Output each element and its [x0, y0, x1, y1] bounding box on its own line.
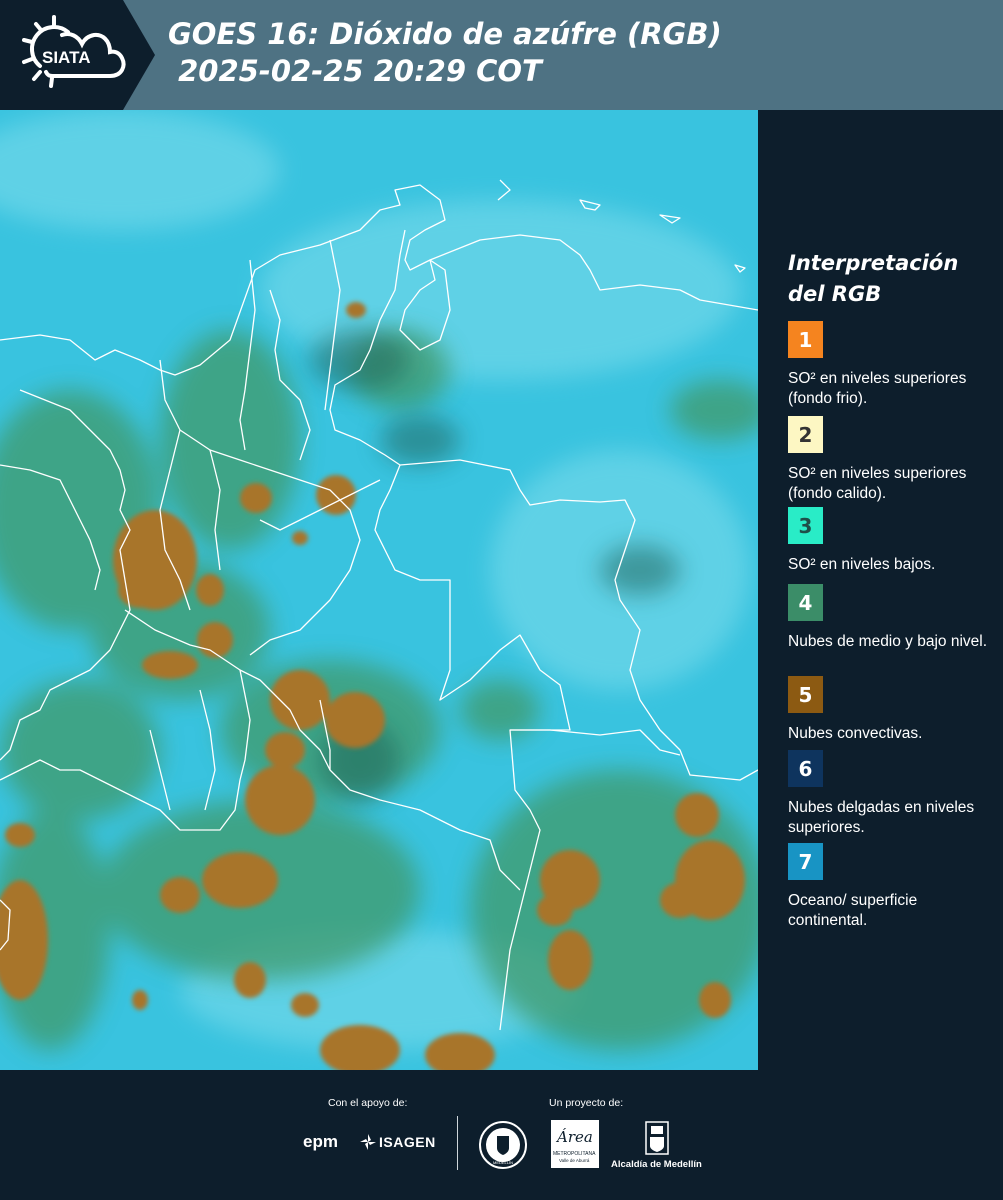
legend-title: Interpretación del RGB [788, 251, 959, 306]
legend-swatch-3: 3 [788, 507, 823, 544]
isagen-icon [360, 1134, 376, 1150]
legend-label-7: Oceano/ superficie continental. [788, 892, 918, 929]
isagen-logo: ISAGEN [379, 1134, 436, 1150]
legend-item-5: 5 Nubes convectivas. [788, 676, 988, 744]
legend-item-6: 6 Nubes delgadas en niveles superiores. [788, 750, 988, 838]
alcaldia-label: Alcaldía de Medellín [611, 1159, 702, 1170]
legend-item-1: 1 SO² en niveles superiores (fondo frio)… [788, 321, 988, 409]
area-metropolitana-logo: Área METROPOLITANA Valle de Aburrá [551, 1120, 599, 1168]
satellite-map [0, 110, 758, 1070]
legend-swatch-7: 7 [788, 843, 823, 880]
legend-swatch-4: 4 [788, 584, 823, 621]
title-line-1: GOES 16: Dióxido de azúfre (RGB) [168, 17, 722, 51]
legend-item-2: 2 SO² en niveles superiores (fondo calid… [788, 416, 988, 504]
legend-label-6: Nubes delgadas en niveles superiores. [788, 799, 975, 836]
footer: Con el apoyo de: Un proyecto de: epm ISA… [0, 1070, 1003, 1200]
page-title: GOES 16: Dióxido de azúfre (RGB) 2025-02… [168, 16, 722, 90]
legend-label-3: SO² en niveles bajos. [788, 556, 936, 573]
footer-divider [457, 1116, 458, 1170]
legend-label-5: Nubes convectivas. [788, 725, 923, 742]
medellin-seal-icon: MEDELLÍN [479, 1121, 527, 1169]
alcaldia-crest-icon [645, 1121, 669, 1155]
area-logo-name: Área [557, 1128, 593, 1146]
epm-logo: epm [303, 1132, 338, 1151]
legend-item-3: 3 SO² en niveles bajos. [788, 507, 988, 575]
legend-item-7: 7 Oceano/ superficie continental. [788, 843, 988, 931]
legend-swatch-6: 6 [788, 750, 823, 787]
seal-text: MEDELLÍN [493, 1160, 513, 1165]
legend-item-4: 4 Nubes de medio y bajo nivel. [788, 584, 988, 652]
header-bar: SIATA GOES 16: Dióxido de azúfre (RGB) 2… [0, 0, 1003, 110]
siata-logo: SIATA [22, 15, 126, 88]
legend-swatch-2: 2 [788, 416, 823, 453]
legend-swatch-1: 1 [788, 321, 823, 358]
support-label: Con el apoyo de: [328, 1097, 408, 1109]
siata-logo-text: SIATA [42, 48, 90, 67]
legend-label-1: SO² en niveles superiores (fondo frio). [788, 370, 967, 407]
title-line-2: 2025-02-25 20:29 COT [168, 54, 542, 88]
legend-label-2: SO² en niveles superiores (fondo calido)… [788, 465, 967, 502]
legend-swatch-5: 5 [788, 676, 823, 713]
project-label: Un proyecto de: [549, 1097, 624, 1109]
area-logo-sub1: METROPOLITANA [553, 1151, 596, 1157]
legend-panel: Interpretación del RGB 1 SO² en niveles … [760, 110, 1003, 1070]
legend-label-4: Nubes de medio y bajo nivel. [788, 633, 988, 650]
area-logo-sub2: Valle de Aburrá [559, 1158, 590, 1163]
